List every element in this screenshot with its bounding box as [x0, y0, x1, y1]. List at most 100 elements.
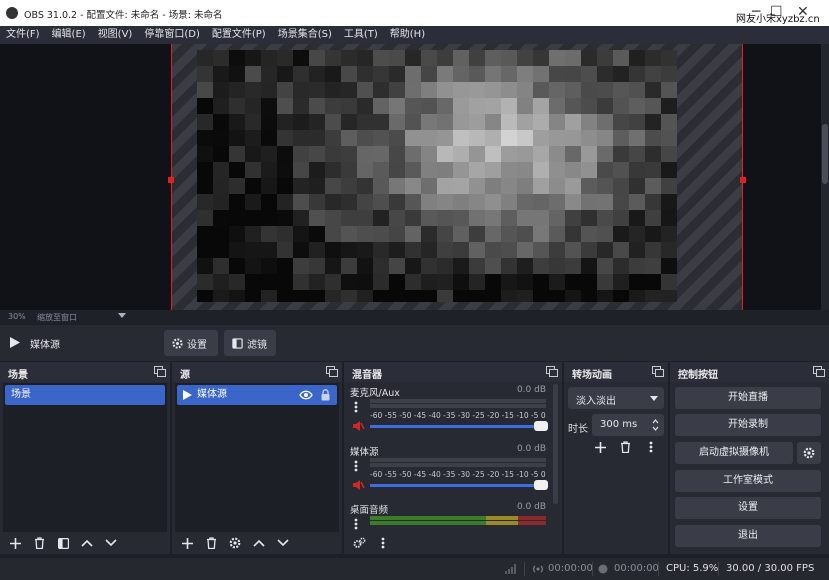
stream-icon [533, 565, 543, 573]
transition-select[interactable]: 淡入淡出 [568, 387, 664, 409]
kebab-menu-icon[interactable] [354, 460, 358, 472]
move-scene-up-button[interactable] [78, 534, 96, 552]
mosaic-cell [309, 210, 325, 226]
resize-handle-right[interactable] [740, 177, 746, 183]
scenes-list[interactable]: 场景 [3, 383, 167, 532]
mosaic-cell [373, 162, 389, 178]
speaker-muted-icon[interactable] [353, 421, 365, 431]
play-icon[interactable] [10, 337, 20, 348]
remove-transition-button[interactable] [616, 438, 634, 456]
settings-button[interactable]: 设置 [675, 497, 821, 519]
mosaic-cell [549, 82, 565, 98]
sources-list[interactable]: 媒体源 [175, 383, 339, 532]
mosaic-cell [341, 178, 357, 194]
mosaic-cell [533, 66, 549, 82]
menu-edit[interactable]: 编辑(E) [52, 26, 86, 44]
preview-canvas[interactable] [171, 44, 743, 310]
mosaic-cell [613, 210, 629, 226]
volume-slider[interactable] [370, 421, 548, 431]
mosaic-cell [261, 66, 277, 82]
mosaic-cell [341, 66, 357, 82]
add-scene-button[interactable] [6, 534, 24, 552]
float-dock-icon[interactable] [326, 366, 338, 377]
spin-arrows-icon[interactable] [652, 418, 659, 432]
speaker-muted-icon[interactable] [353, 480, 365, 490]
source-properties-button[interactable] [226, 534, 244, 552]
duration-spinbox[interactable]: 300 ms [592, 414, 664, 436]
exit-button[interactable]: 退出 [675, 525, 821, 547]
transition-selected: 淡入淡出 [576, 396, 616, 407]
move-source-down-button[interactable] [274, 534, 292, 552]
kebab-menu-icon[interactable] [354, 401, 358, 413]
mosaic-cell [245, 130, 261, 146]
mosaic-cell [533, 82, 549, 98]
mosaic-cell [309, 226, 325, 242]
source-item[interactable]: 媒体源 [177, 385, 337, 405]
studio-mode-button[interactable]: 工作室模式 [675, 470, 821, 492]
volume-slider-knob[interactable] [534, 480, 548, 490]
fps-readout: 30.00 / 30.00 FPS [726, 563, 815, 574]
mosaic-cell [485, 130, 501, 146]
mixer-title: 混音器 [352, 370, 382, 381]
mosaic-cell [581, 242, 597, 258]
scene-filters-button[interactable] [54, 534, 72, 552]
virtual-camera-settings-button[interactable] [797, 442, 821, 464]
float-dock-icon[interactable] [546, 366, 558, 377]
mosaic-cell [645, 210, 661, 226]
mosaic-cell [469, 178, 485, 194]
mosaic-cell [645, 274, 661, 290]
mosaic-cell [581, 290, 597, 302]
mosaic-cell [629, 130, 645, 146]
add-source-button[interactable] [178, 534, 196, 552]
float-dock-icon[interactable] [154, 366, 166, 377]
menu-profile[interactable]: 配置文件(P) [212, 26, 266, 44]
menu-docks[interactable]: 停靠窗口(D) [144, 26, 200, 44]
float-dock-icon[interactable] [813, 366, 825, 377]
mixer-menu-button[interactable] [374, 534, 392, 552]
menu-help[interactable]: 帮助(H) [390, 26, 425, 44]
mosaic-cell [373, 82, 389, 98]
mosaic-cell [197, 274, 213, 290]
remove-scene-button[interactable] [30, 534, 48, 552]
preview-scrollbar[interactable] [821, 44, 829, 310]
move-scene-down-button[interactable] [102, 534, 120, 552]
scene-item[interactable]: 场景 [5, 385, 165, 405]
mosaic-cell [213, 146, 229, 162]
volume-slider[interactable] [370, 480, 548, 490]
mosaic-cell [597, 114, 613, 130]
source-settings-button[interactable]: 设置 [164, 330, 218, 356]
resize-handle-left[interactable] [168, 177, 174, 183]
mosaic-cell [613, 66, 629, 82]
start-streaming-button[interactable]: 开始直播 [675, 387, 821, 409]
mixer-scrollbar[interactable] [553, 384, 558, 504]
source-filters-button[interactable]: 滤镜 [224, 330, 276, 356]
menu-scene-collection[interactable]: 场景集合(S) [278, 26, 332, 44]
mosaic-cell [469, 50, 485, 66]
mosaic-cell [453, 242, 469, 258]
menu-view[interactable]: 视图(V) [98, 26, 133, 44]
mosaic-cell [597, 258, 613, 274]
menu-tools[interactable]: 工具(T) [344, 26, 378, 44]
mosaic-cell [597, 146, 613, 162]
preview-area[interactable] [0, 44, 829, 310]
start-virtual-camera-button[interactable]: 启动虚拟摄像机 [675, 442, 793, 464]
kebab-menu-icon[interactable] [354, 518, 358, 530]
move-source-up-button[interactable] [250, 534, 268, 552]
lock-icon[interactable] [321, 389, 330, 401]
mosaic-cell [645, 178, 661, 194]
zoom-dropdown-icon[interactable] [118, 313, 126, 318]
start-recording-button[interactable]: 开始录制 [675, 414, 821, 436]
volume-slider-knob[interactable] [534, 421, 548, 431]
audio-settings-button[interactable] [350, 534, 368, 552]
zoom-mode-label[interactable]: 缩放至窗口 [37, 312, 77, 323]
remove-source-button[interactable] [202, 534, 220, 552]
transition-menu-button[interactable] [642, 438, 660, 456]
add-transition-button[interactable] [591, 438, 609, 456]
mosaic-cell [549, 274, 565, 290]
menu-file[interactable]: 文件(F) [6, 26, 40, 44]
mosaic-cell [197, 194, 213, 210]
mosaic-cell [389, 66, 405, 82]
float-dock-icon[interactable] [652, 366, 664, 377]
eye-icon[interactable] [299, 390, 313, 400]
mosaic-cell [341, 242, 357, 258]
